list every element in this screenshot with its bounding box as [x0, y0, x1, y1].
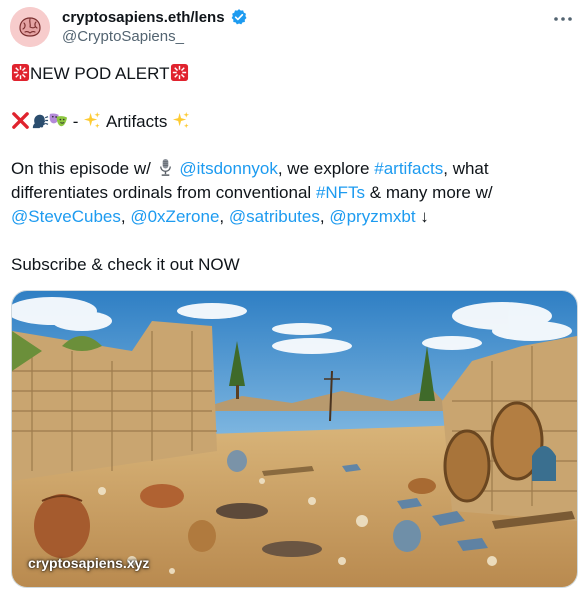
- hashtag-artifacts[interactable]: #artifacts: [374, 159, 443, 178]
- mention-0xzerone[interactable]: @0xZerone: [130, 207, 219, 226]
- display-name[interactable]: cryptosapiens.eth/lens: [62, 9, 225, 26]
- handle[interactable]: @CryptoSapiens_: [62, 28, 184, 45]
- artifacts-illustration: [12, 291, 577, 587]
- sparkles-emoji: [84, 111, 101, 129]
- separator: ,: [120, 207, 126, 226]
- separator: ,: [219, 207, 225, 226]
- performing-arts-emoji: [49, 113, 68, 127]
- dash-text: -: [72, 112, 79, 131]
- media-caption: cryptosapiens.xyz: [28, 555, 150, 571]
- verified-badge-icon: [231, 9, 247, 25]
- tweet-card: cryptosapiens.eth/lens @CryptoSapiens_ N…: [0, 0, 587, 598]
- mention-stevecubes[interactable]: @SteveCubes: [11, 207, 121, 226]
- avatar[interactable]: [10, 7, 50, 47]
- police-light-emoji: [11, 63, 30, 82]
- pod-alert-text: NEW POD ALERT: [30, 64, 170, 83]
- police-light-emoji: [170, 63, 188, 82]
- post-line-5: @SteveCubes, @0xZerone, @satributes, @pr…: [11, 205, 429, 229]
- hashtag-nfts[interactable]: #NFTs: [316, 183, 365, 202]
- body-text: differentiates ordinals from conventiona…: [11, 183, 312, 202]
- more-options-icon: [554, 17, 572, 21]
- body-text: , what: [443, 159, 489, 178]
- mention-satributes[interactable]: @satributes: [229, 207, 320, 226]
- body-text: On this episode w/: [11, 159, 151, 178]
- sparkles-emoji: [173, 111, 190, 129]
- body-text: & many more w/: [369, 183, 493, 202]
- speaking-head-emoji: [32, 114, 49, 129]
- mention-itsdonnyok[interactable]: @itsdonnyok: [179, 159, 278, 178]
- artifacts-title: Artifacts: [105, 112, 168, 131]
- post-line-4: differentiates ordinals from conventiona…: [11, 181, 493, 205]
- separator: ,: [319, 207, 325, 226]
- post-line-1: NEW POD ALERT: [11, 62, 189, 86]
- author-name-row: cryptosapiens.eth/lens: [62, 8, 248, 26]
- mention-pryzmxbt[interactable]: @pryzmxbt: [329, 207, 415, 226]
- down-arrow-icon: ↓: [420, 207, 429, 226]
- post-line-2: - Artifacts: [11, 110, 191, 134]
- studio-microphone-emoji: [159, 158, 171, 176]
- body-text: , we explore: [277, 159, 370, 178]
- post-line-3: On this episode w/ @itsdonnyok, we explo…: [11, 157, 489, 181]
- cross-mark-emoji: [12, 112, 29, 129]
- media-card[interactable]: cryptosapiens.xyz: [11, 290, 578, 588]
- brain-icon: [10, 7, 50, 47]
- call-to-action-text: Subscribe & check it out NOW: [11, 255, 240, 274]
- post-line-6: Subscribe & check it out NOW: [11, 253, 240, 277]
- more-options-button[interactable]: [548, 8, 578, 30]
